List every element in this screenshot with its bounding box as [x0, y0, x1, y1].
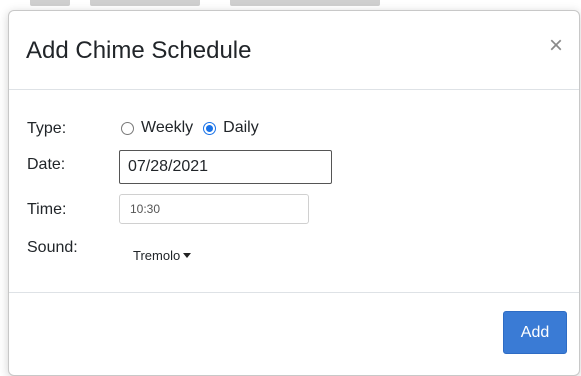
add-button[interactable]: Add — [503, 311, 567, 354]
date-label: Date: — [27, 156, 66, 173]
sound-label: Sound: — [27, 239, 78, 256]
close-button[interactable]: × — [545, 34, 567, 58]
sound-selected-value: Tremolo — [133, 248, 181, 263]
footer-divider — [9, 292, 579, 293]
time-input[interactable]: 10:30 — [119, 194, 309, 224]
sound-dropdown[interactable]: Tremolo — [133, 248, 192, 264]
daily-radio[interactable] — [203, 121, 217, 135]
time-label: Time: — [27, 201, 67, 218]
type-label: Type: — [27, 120, 67, 137]
dialog-header: Add Chime Schedule × — [9, 11, 579, 90]
daily-radio-label[interactable]: Daily — [223, 119, 259, 137]
date-input[interactable]: 07/28/2021 — [119, 150, 332, 184]
weekly-radio-label[interactable]: Weekly — [141, 119, 193, 137]
add-chime-schedule-dialog: Add Chime Schedule × Type: Weekly Daily … — [8, 10, 580, 376]
caret-down-icon — [183, 253, 192, 259]
dialog-title: Add Chime Schedule — [26, 37, 252, 64]
type-radio-group: Weekly Daily — [121, 118, 269, 138]
weekly-radio[interactable] — [121, 121, 134, 135]
